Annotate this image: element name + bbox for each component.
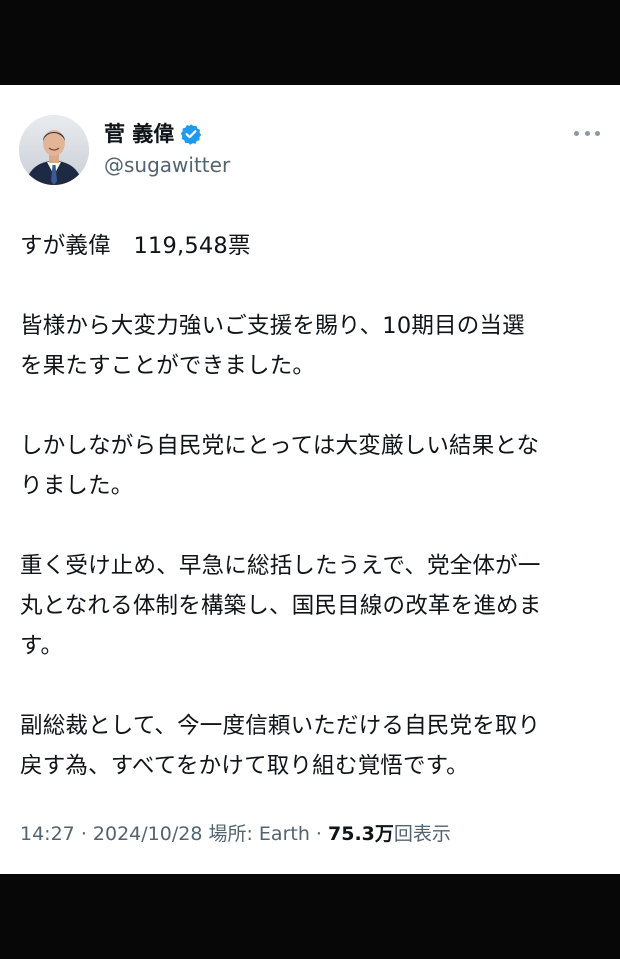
tweet-card: 菅 義偉 @sugawitter すが義偉 119,548票 皆様から大変力強い… (0, 85, 620, 874)
bottom-black-band (0, 874, 620, 959)
profile-photo (19, 115, 89, 185)
tweet-paragraph: しかしながら自民党にとっては大変厳しい結果とな りました。 (20, 433, 540, 499)
tweet-paragraph: 重く受け止め、早急に総括したうえで、党全体が一 丸となれる体制を構築し、国民目線… (20, 553, 542, 659)
tweet-paragraph: すが義偉 119,548票 (20, 233, 251, 259)
tweet-meta: 14:27 · 2024/10/28 場所: Earth · 75.3万回表示 (20, 825, 451, 844)
meta-separator: · (80, 823, 87, 845)
tweet-paragraph: 副総裁として、今一度信頼いただける自民党を取り 戻す為、すべてをかけて取り組む覚… (20, 713, 541, 779)
avatar[interactable] (19, 115, 89, 185)
more-dot (595, 130, 600, 136)
display-name[interactable]: 菅 義偉 (104, 123, 174, 145)
more-dot (574, 130, 579, 136)
tweet-date[interactable]: 2024/10/28 (93, 823, 203, 845)
location-value: Earth (258, 823, 310, 845)
top-black-band (0, 0, 620, 85)
tweet-paragraph: 皆様から大変力強いご支援を賜り、10期目の当選 を果たすことができました。 (20, 313, 525, 379)
author-name-row: 菅 義偉 (104, 123, 202, 145)
author-handle[interactable]: @sugawitter (104, 155, 230, 175)
more-dot (584, 130, 590, 136)
meta-separator: · (315, 823, 322, 845)
verified-badge-icon (180, 123, 202, 145)
tweet-text: すが義偉 119,548票 皆様から大変力強いご支援を賜り、10期目の当選 を果… (20, 226, 604, 786)
location-label: 場所: (208, 823, 253, 845)
views-count: 75.3万 (328, 823, 394, 845)
views-label: 回表示 (393, 823, 451, 845)
tweet-time[interactable]: 14:27 (20, 823, 75, 845)
more-options-icon[interactable] (574, 125, 600, 141)
